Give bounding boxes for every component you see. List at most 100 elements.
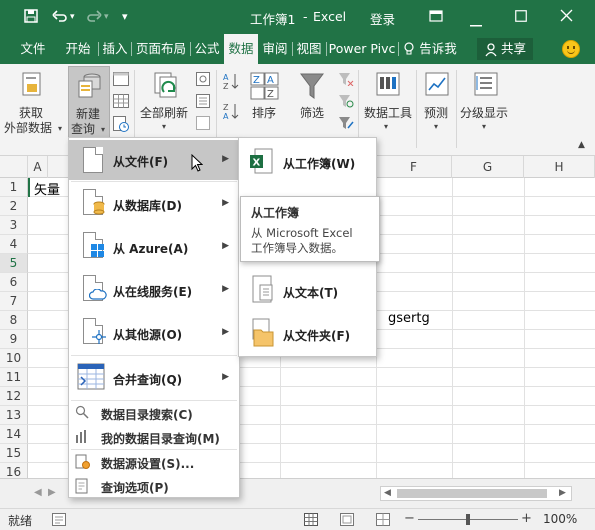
reapply-filter-icon[interactable] bbox=[338, 94, 354, 111]
next-sheet-icon[interactable]: ▶ bbox=[48, 487, 56, 498]
tab-insert[interactable]: 插入 bbox=[100, 34, 130, 64]
collapse-ribbon-icon[interactable]: ▲ bbox=[578, 140, 585, 150]
menu-item-from-online-services[interactable]: 从在线服务(E) ▶ bbox=[69, 269, 239, 311]
undo-dropdown-icon[interactable]: ▾ bbox=[70, 12, 75, 22]
forecast-button[interactable]: 预测 ▾ bbox=[420, 66, 454, 138]
data-source-settings-icon bbox=[75, 454, 91, 473]
row-header[interactable]: 4 bbox=[0, 235, 28, 254]
cell-a1[interactable]: 矢量 bbox=[34, 179, 60, 198]
filter-button[interactable]: 筛选 bbox=[292, 66, 332, 138]
column-header-g[interactable]: G bbox=[452, 156, 524, 178]
sort-descending-icon[interactable]: ZA bbox=[222, 102, 240, 123]
edit-links-icon[interactable] bbox=[196, 116, 210, 133]
maximize-icon[interactable] bbox=[515, 10, 527, 26]
share-button[interactable]: 共享 bbox=[477, 38, 533, 60]
submenu-item-from-text[interactable]: 从文本(T) bbox=[239, 269, 376, 313]
redo-icon[interactable] bbox=[86, 9, 102, 27]
zoom-out-button[interactable]: − bbox=[404, 511, 415, 526]
row-header[interactable]: 12 bbox=[0, 387, 28, 406]
new-query-button[interactable]: 新建 查询 ▾ bbox=[68, 66, 110, 138]
svg-text:A: A bbox=[267, 75, 274, 86]
menu-item-data-catalog-search[interactable]: 数据目录搜索(C) bbox=[69, 402, 239, 424]
undo-icon[interactable] bbox=[52, 9, 68, 27]
submenu-item-from-workbook[interactable]: X 从工作簿(W) bbox=[239, 140, 376, 184]
normal-view-icon[interactable] bbox=[304, 513, 318, 529]
show-queries-icon[interactable] bbox=[113, 72, 129, 89]
row-header[interactable]: 2 bbox=[0, 197, 28, 216]
menu-item-from-file[interactable]: 从文件(F) ▶ bbox=[69, 140, 239, 180]
row-header[interactable]: 5 bbox=[0, 254, 28, 273]
prev-sheet-icon[interactable]: ◀ bbox=[34, 487, 42, 498]
sort-button[interactable]: ZAZ 排序 bbox=[246, 66, 284, 138]
close-icon[interactable] bbox=[560, 9, 573, 26]
page-layout-view-icon[interactable] bbox=[340, 513, 354, 529]
tab-formulas[interactable]: 公式 bbox=[192, 34, 222, 64]
from-workbook-tooltip: 从工作簿 从 Microsoft Excel 工作簿导入数据。 bbox=[240, 196, 380, 262]
macro-record-icon[interactable] bbox=[52, 513, 66, 529]
zoom-slider-thumb[interactable] bbox=[466, 514, 470, 525]
column-header-f[interactable]: F bbox=[376, 156, 452, 178]
row-header[interactable]: 13 bbox=[0, 406, 28, 425]
get-external-data-button[interactable]: 获取 外部数据 ▾ bbox=[4, 66, 64, 152]
row-header[interactable]: 16 bbox=[0, 463, 28, 478]
login-link[interactable]: 登录 bbox=[370, 9, 395, 28]
row-header[interactable]: 11 bbox=[0, 368, 28, 387]
ribbon-display-options-icon[interactable] bbox=[429, 10, 443, 26]
menu-item-from-azure[interactable]: 从 Azure(A) ▶ bbox=[69, 226, 239, 268]
from-table-icon[interactable] bbox=[113, 94, 129, 111]
menu-item-combine-queries[interactable]: 合并查询(Q) ▶ bbox=[69, 357, 239, 399]
submenu-item-from-folder[interactable]: 从文件夹(F) bbox=[239, 312, 376, 356]
menu-item-query-options[interactable]: 查询选项(P) bbox=[69, 475, 239, 497]
scroll-right-icon[interactable]: ▶ bbox=[559, 488, 566, 498]
tell-me-search[interactable]: 告诉我 bbox=[416, 34, 460, 64]
column-header-a[interactable]: A bbox=[28, 156, 48, 178]
refresh-all-button[interactable]: 全部刷新 ▾ bbox=[138, 66, 196, 138]
outline-button[interactable]: 分级显示 ▾ bbox=[460, 66, 512, 138]
sort-ascending-icon[interactable]: AZ bbox=[222, 72, 240, 93]
row-header[interactable]: 7 bbox=[0, 292, 28, 311]
row-header[interactable]: 14 bbox=[0, 425, 28, 444]
feedback-smiley-icon[interactable] bbox=[562, 40, 580, 58]
recent-sources-icon[interactable] bbox=[113, 116, 129, 135]
properties-icon[interactable] bbox=[196, 94, 210, 111]
row-header[interactable]: 6 bbox=[0, 273, 28, 292]
zoom-level[interactable]: 100% bbox=[543, 512, 577, 526]
menu-item-from-other-sources[interactable]: 从其他源(O) ▶ bbox=[69, 312, 239, 354]
menu-item-from-database[interactable]: 从数据库(D) ▶ bbox=[69, 183, 239, 225]
tab-power-pivot[interactable]: Power Pivc bbox=[328, 34, 396, 64]
menu-item-my-catalog-queries[interactable]: 我的数据目录查询(M) bbox=[69, 426, 239, 448]
redo-dropdown-icon[interactable]: ▾ bbox=[104, 12, 109, 22]
page-break-view-icon[interactable] bbox=[376, 513, 390, 529]
outline-icon bbox=[474, 72, 498, 101]
clear-filter-icon[interactable] bbox=[338, 72, 354, 89]
scroll-left-icon[interactable]: ◀ bbox=[384, 488, 391, 498]
refresh-icon bbox=[154, 72, 182, 103]
connections-icon[interactable] bbox=[196, 72, 210, 89]
select-all-corner[interactable] bbox=[0, 156, 28, 178]
tab-page-layout[interactable]: 页面布局 bbox=[133, 34, 189, 64]
row-header[interactable]: 1 bbox=[0, 178, 28, 197]
row-header[interactable]: 10 bbox=[0, 349, 28, 368]
tab-data[interactable]: 数据 bbox=[224, 34, 258, 64]
save-icon[interactable] bbox=[24, 9, 38, 27]
row-header[interactable]: 8 bbox=[0, 311, 28, 330]
row-header[interactable]: 15 bbox=[0, 444, 28, 463]
menu-item-data-source-settings[interactable]: 数据源设置(S)... bbox=[69, 451, 239, 473]
mouse-cursor-icon bbox=[191, 153, 204, 175]
tab-file[interactable]: 文件 bbox=[10, 34, 56, 64]
scrollbar-thumb[interactable] bbox=[397, 489, 547, 498]
row-header[interactable]: 9 bbox=[0, 330, 28, 349]
tab-home[interactable]: 开始 bbox=[60, 34, 96, 64]
row-header[interactable]: 3 bbox=[0, 216, 28, 235]
data-tools-button[interactable]: 数据工具 ▾ bbox=[362, 66, 414, 138]
tab-review[interactable]: 审阅 bbox=[260, 34, 290, 64]
tab-view[interactable]: 视图 bbox=[294, 34, 324, 64]
customize-qat-icon[interactable]: ▾ bbox=[122, 10, 128, 23]
zoom-in-button[interactable]: + bbox=[521, 511, 532, 526]
cell-f8[interactable]: gsertg bbox=[388, 311, 430, 326]
advanced-filter-icon[interactable] bbox=[338, 116, 354, 133]
submenu-arrow-icon: ▶ bbox=[222, 372, 229, 382]
column-header-h[interactable]: H bbox=[524, 156, 595, 178]
minimize-icon[interactable] bbox=[470, 15, 482, 31]
horizontal-scrollbar[interactable]: ◀ ▶ bbox=[380, 486, 572, 501]
